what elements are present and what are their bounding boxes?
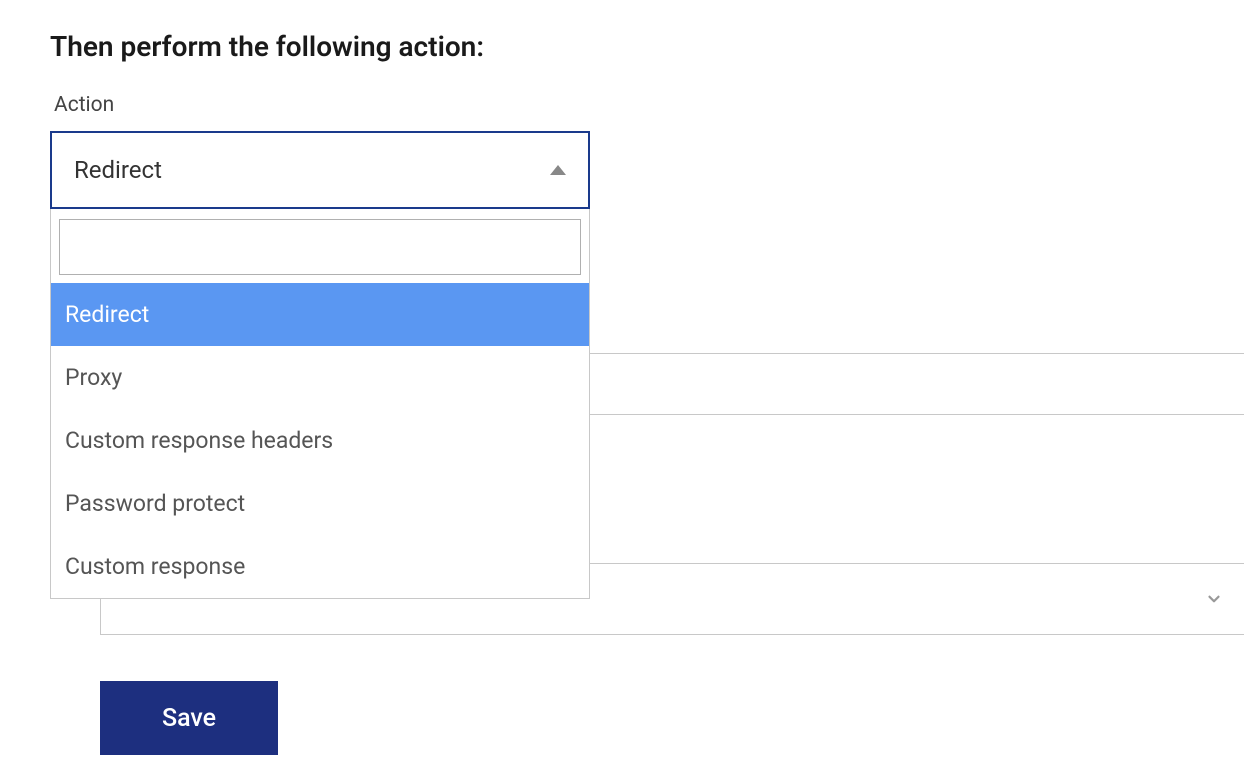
- action-label: Action: [54, 93, 1194, 117]
- dropdown-search-wrapper: [59, 219, 581, 275]
- dropdown-option[interactable]: Custom response: [51, 535, 589, 598]
- dropdown-options-list: RedirectProxyCustom response headersPass…: [51, 283, 589, 598]
- dropdown-option[interactable]: Redirect: [51, 283, 589, 346]
- chevron-down-icon: [1205, 590, 1223, 608]
- section-heading: Then perform the following action:: [50, 30, 1194, 63]
- dropdown-search-input[interactable]: [59, 219, 581, 275]
- action-select-value: Redirect: [74, 156, 162, 184]
- dropdown-option[interactable]: Proxy: [51, 346, 589, 409]
- dropdown-option[interactable]: Custom response headers: [51, 409, 589, 472]
- action-dropdown-panel: RedirectProxyCustom response headersPass…: [50, 209, 590, 599]
- save-button[interactable]: Save: [100, 681, 278, 755]
- action-select-trigger[interactable]: Redirect: [50, 131, 590, 209]
- dropdown-option[interactable]: Password protect: [51, 472, 589, 535]
- triangle-up-icon: [550, 165, 566, 175]
